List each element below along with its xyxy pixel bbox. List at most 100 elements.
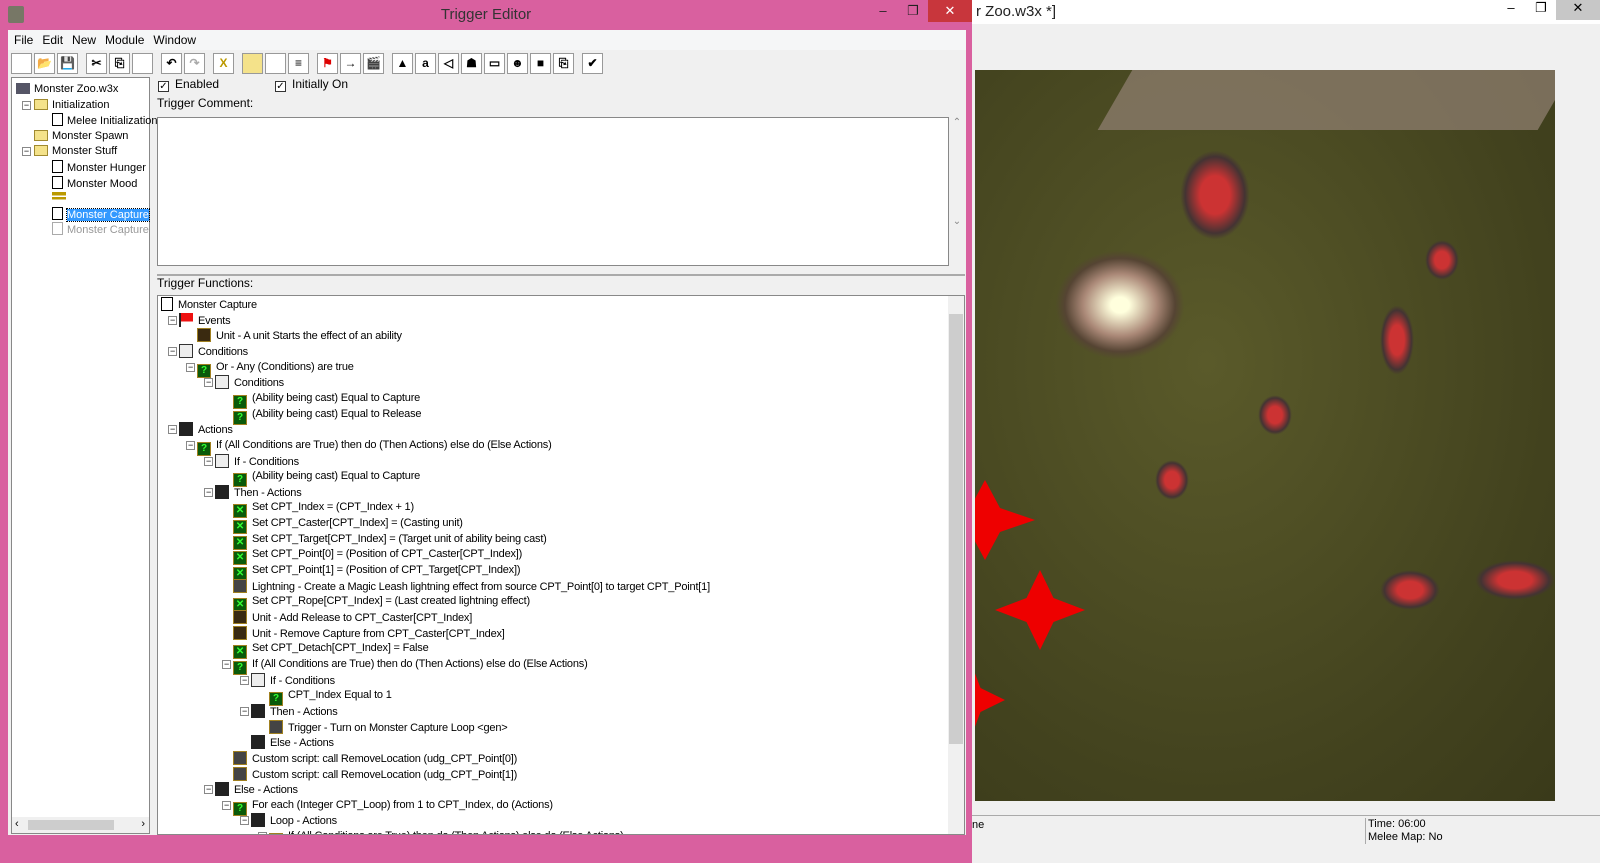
collapse-toggle[interactable]: − [258, 832, 267, 834]
import-icon[interactable]: ■ [530, 52, 551, 74]
function-row[interactable]: − Actions [168, 422, 233, 437]
new-condition-icon[interactable]: → [340, 52, 361, 74]
unit[interactable] [1380, 305, 1414, 375]
map-viewport[interactable] [975, 70, 1555, 801]
tree-item[interactable]: Monster Mood [52, 175, 137, 191]
function-row[interactable]: Unit - Remove Capture from CPT_Caster[CP… [233, 625, 505, 641]
unit[interactable] [1380, 570, 1440, 610]
tree-item[interactable]: Monster Capture [52, 206, 150, 222]
terrain-icon[interactable]: ▲ [392, 52, 413, 74]
unit[interactable] [1475, 560, 1555, 600]
new-trigger-icon[interactable] [265, 52, 286, 74]
function-row[interactable]: − If - Conditions [204, 453, 299, 469]
collapse-toggle[interactable]: − [186, 440, 195, 450]
test-map-icon[interactable]: ✔ [582, 52, 603, 74]
comment-scrollbar[interactable]: ⌃ ⌄ [949, 117, 965, 266]
initially-on-checkbox[interactable]: ✓ Initially On [275, 77, 348, 92]
function-row[interactable]: Custom script: call RemoveLocation (udg_… [233, 750, 517, 766]
close-button[interactable]: ✕ [928, 0, 972, 22]
new-event-icon[interactable]: ⚑ [317, 52, 338, 74]
new-comment-icon[interactable]: ≡ [288, 52, 309, 74]
collapse-toggle[interactable]: − [240, 816, 249, 826]
function-row[interactable]: − Conditions [168, 343, 248, 359]
cut-icon[interactable]: ✂ [86, 52, 107, 74]
trigger-comment-input[interactable] [157, 117, 949, 266]
tree-item[interactable]: Monster Hunger [52, 160, 146, 175]
collapse-toggle[interactable]: − [22, 147, 31, 157]
collapse-toggle[interactable]: − [204, 378, 213, 388]
function-row[interactable]: ✕ Set CPT_Detach[CPT_Index] = False [233, 641, 429, 660]
function-row[interactable]: ? (Ability being cast) Equal to Capture [233, 391, 420, 409]
collapse-toggle[interactable]: − [222, 659, 231, 669]
collapse-toggle[interactable]: − [240, 675, 249, 685]
undo-icon[interactable]: ↶ [161, 52, 182, 74]
function-row[interactable]: ✕ Set CPT_Caster[CPT_Index] = (Casting un… [233, 516, 463, 535]
function-row[interactable]: Unit - Add Release to CPT_Caster[CPT_Ind… [233, 610, 472, 625]
unit[interactable] [1155, 460, 1189, 500]
collapse-toggle[interactable]: − [204, 487, 213, 497]
collapse-toggle[interactable]: − [186, 362, 195, 372]
function-row[interactable]: ? (Ability being cast) Equal to Capture [233, 469, 420, 488]
function-row[interactable]: − Events [168, 312, 231, 328]
function-row[interactable]: ? (Ability being cast) Equal to Release [233, 407, 422, 425]
chest-doodad[interactable] [1055, 250, 1185, 360]
tree-item[interactable]: − Initialization [22, 98, 109, 113]
tree-item[interactable]: Monster Zoo.w3x [16, 82, 118, 97]
object-manager-icon[interactable]: ⎘ [553, 52, 574, 74]
menu-new[interactable]: New [70, 30, 103, 50]
open-icon[interactable]: 📂 [34, 52, 55, 74]
save-icon[interactable]: 💾 [57, 52, 78, 74]
new-category-icon[interactable] [242, 52, 263, 74]
object-icon[interactable]: ☗ [461, 52, 482, 74]
function-row[interactable]: − Loop - Actions [240, 813, 337, 828]
collapse-toggle[interactable]: − [240, 706, 249, 716]
function-row[interactable]: Monster Capture [161, 297, 257, 312]
sound-icon[interactable]: ◁ [438, 52, 459, 74]
functions-scrollbar[interactable] [948, 296, 964, 834]
function-row[interactable]: − Conditions [204, 375, 284, 390]
tree-horizontal-scrollbar[interactable]: ‹ › [12, 817, 149, 833]
tree-item[interactable]: − Monster Stuff [22, 144, 117, 159]
minimize-button[interactable]: – [1496, 0, 1526, 20]
unit-icon[interactable]: a [415, 52, 436, 74]
enabled-checkbox[interactable]: ✓ Enabled [158, 77, 219, 92]
menu-window[interactable]: Window [151, 30, 203, 50]
maximize-button[interactable]: ❐ [898, 0, 928, 22]
map-scrollbar[interactable] [1555, 70, 1569, 801]
restore-button[interactable]: ❐ [1526, 0, 1556, 20]
unit[interactable] [1425, 240, 1459, 280]
new-action-icon[interactable]: 🎬 [363, 52, 384, 74]
trigger-tree[interactable]: Monster Zoo.w3x − Initialization Melee Init… [11, 77, 158, 834]
ai-icon[interactable]: ☻ [507, 52, 528, 74]
unit[interactable] [1258, 395, 1292, 435]
function-row[interactable]: Trigger - Turn on Monster Capture Loop <… [269, 719, 508, 735]
collapse-toggle[interactable]: − [168, 346, 177, 356]
collapse-toggle[interactable]: − [168, 315, 177, 325]
function-row[interactable]: − Then - Actions [240, 703, 338, 719]
tree-item[interactable]: Monster Spawn [34, 129, 128, 144]
function-row[interactable]: −? For each (Integer CPT_Loop) from 1 to … [222, 798, 553, 816]
collapse-toggle[interactable]: − [22, 100, 31, 110]
campaign-icon[interactable]: ▭ [484, 52, 505, 74]
function-row[interactable]: Unit - A unit Starts the effect of an ab… [197, 328, 402, 343]
function-row[interactable]: ? CPT_Index Equal to 1 [269, 688, 392, 707]
tree-item[interactable]: Melee Initialization [52, 113, 158, 128]
function-row[interactable]: ✕ Set CPT_Index = (CPT_Index + 1) [233, 500, 414, 519]
function-row[interactable]: Else - Actions [251, 735, 334, 750]
close-button[interactable]: ✕ [1556, 0, 1600, 20]
function-row[interactable]: −? If (All Conditions are True) then do (… [258, 829, 624, 834]
collapse-toggle[interactable]: − [222, 800, 231, 810]
function-row[interactable]: −? Or - Any (Conditions) are true [186, 360, 354, 378]
delete-icon[interactable]: X [213, 52, 234, 74]
menu-file[interactable]: File [12, 30, 40, 50]
minimize-button[interactable]: – [868, 0, 898, 22]
collapse-toggle[interactable]: − [204, 785, 213, 795]
trigger-functions-tree[interactable]: Monster Capture − Events Unit - A unit Star… [157, 295, 965, 835]
new-icon[interactable] [11, 52, 32, 74]
function-row[interactable]: Lightning - Create a Magic Leash lightni… [233, 578, 710, 594]
function-row[interactable]: ✕ Set CPT_Point[0] = (Position of CPT_Cas… [233, 547, 522, 566]
function-row[interactable]: −? If (All Conditions are True) then do (… [222, 657, 588, 675]
function-row[interactable]: ✕ Set CPT_Point[1] = (Position of CPT_Tar… [233, 563, 521, 582]
collapse-toggle[interactable]: − [204, 456, 213, 466]
function-row[interactable]: − Else - Actions [204, 782, 298, 797]
